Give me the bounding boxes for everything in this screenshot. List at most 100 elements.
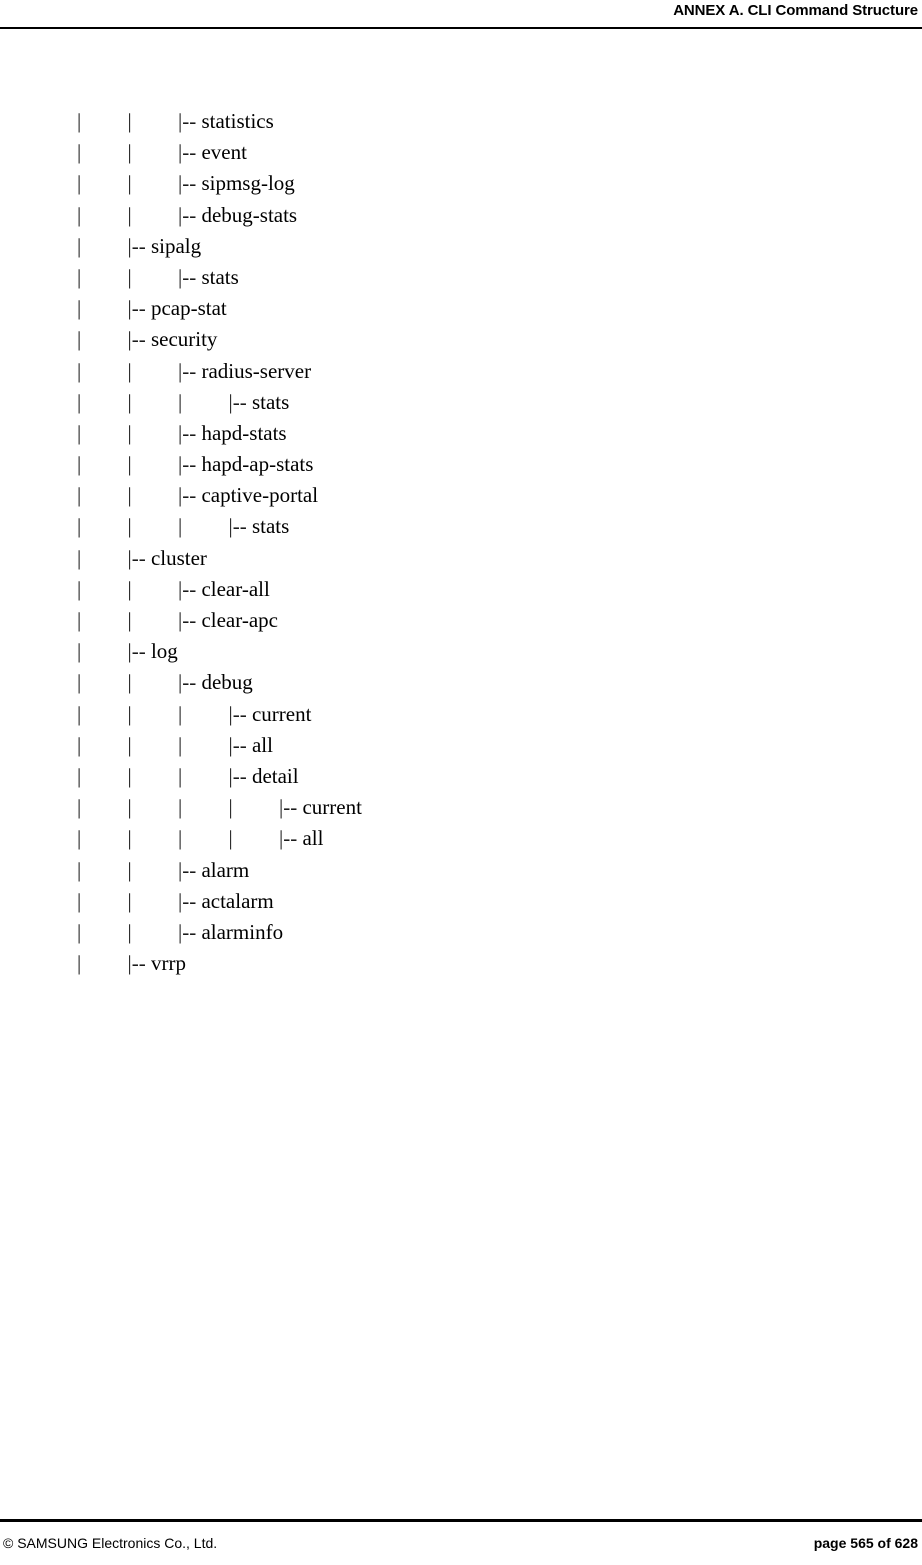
tree-guide-pipe: | xyxy=(77,857,82,882)
page-header: ANNEX A. CLI Command Structure xyxy=(0,0,922,29)
tree-guide-pipe: | xyxy=(77,670,82,695)
tree-row: | |-- cluster xyxy=(0,543,922,574)
tree-row: | | |-- radius-server xyxy=(0,356,922,387)
tree-node-label: detail xyxy=(251,763,299,788)
tree-guide-pipe: | xyxy=(77,732,82,757)
tree-branch-connector: |-- xyxy=(178,608,202,632)
page-footer: © SAMSUNG Electronics Co., Ltd. page 565… xyxy=(0,1519,922,1565)
tree-guide-pipe: | xyxy=(77,389,82,414)
tree-row: | | | |-- current xyxy=(0,699,922,730)
tree-guide-pipe: | xyxy=(77,327,82,352)
tree-node: |-- stats xyxy=(229,387,290,418)
tree-node: |-- pcap-stat xyxy=(128,293,227,324)
tree-node-label: captive-portal xyxy=(201,483,319,508)
tree-node: |-- clear-all xyxy=(178,574,270,605)
tree-node-label: alarminfo xyxy=(201,919,284,944)
tree-branch-connector: |-- xyxy=(178,483,202,508)
tree-guide-pipe: | xyxy=(127,701,132,726)
tree-branch-connector: |-- xyxy=(228,389,252,414)
tree-branch-connector: |-- xyxy=(127,951,151,976)
tree-node-label: sipalg xyxy=(150,233,202,258)
tree-node-label: stats xyxy=(251,389,290,414)
tree-guide-pipe: | xyxy=(77,514,82,539)
tree-row: | | |-- stats xyxy=(0,262,922,293)
tree-node: |-- log xyxy=(128,636,178,667)
tree-guide-pipe: | xyxy=(228,826,233,851)
tree-guide-pipe: | xyxy=(127,919,132,944)
tree-row: | | |-- hapd-stats xyxy=(0,418,922,449)
tree-guide-pipe: | xyxy=(77,888,82,913)
tree-row: | | |-- statistics xyxy=(0,106,922,137)
tree-branch-connector: |-- xyxy=(178,857,202,882)
tree-guide-pipe: | xyxy=(127,826,132,851)
tree-row: | | |-- alarm xyxy=(0,855,922,886)
tree-row: | | |-- captive-portal xyxy=(0,480,922,511)
tree-node-label: actalarm xyxy=(201,888,274,913)
tree-guide-pipe: | xyxy=(127,857,132,882)
tree-branch-connector: |-- xyxy=(178,171,202,196)
tree-row: | | | |-- detail xyxy=(0,761,922,792)
tree-node: |-- vrrp xyxy=(128,948,186,979)
tree-guide-pipe: | xyxy=(127,420,132,445)
tree-guide-pipe: | xyxy=(127,452,132,477)
tree-row: | | | |-- stats xyxy=(0,511,922,542)
tree-node: |-- stats xyxy=(178,262,239,293)
tree-node: |-- all xyxy=(279,823,323,854)
tree-branch-connector: |-- xyxy=(228,763,252,788)
tree-node: |-- hapd-ap-stats xyxy=(178,449,313,480)
tree-guide-pipe: | xyxy=(127,264,132,289)
tree-node: |-- radius-server xyxy=(178,356,311,387)
tree-guide-pipe: | xyxy=(77,233,82,258)
tree-branch-connector: |-- xyxy=(178,452,202,477)
tree-row: | | |-- debug-stats xyxy=(0,200,922,231)
tree-node-label: clear-all xyxy=(201,576,270,601)
tree-branch-connector: |-- xyxy=(127,327,151,352)
tree-node: |-- security xyxy=(128,324,218,355)
tree-row: | | |-- clear-apc xyxy=(0,605,922,636)
tree-node-label: event xyxy=(201,140,247,165)
tree-node: |-- alarm xyxy=(178,855,249,886)
tree-row: | | |-- debug xyxy=(0,667,922,698)
tree-guide-pipe: | xyxy=(77,701,82,726)
tree-node: |-- actalarm xyxy=(178,886,274,917)
tree-guide-pipe: | xyxy=(127,795,132,820)
tree-node-label: hapd-stats xyxy=(201,420,287,445)
tree-guide-pipe: | xyxy=(178,389,183,414)
page-header-title: ANNEX A. CLI Command Structure xyxy=(673,2,918,19)
tree-branch-connector: |-- xyxy=(178,670,202,695)
tree-guide-pipe: | xyxy=(77,576,82,601)
tree-guide-pipe: | xyxy=(178,701,183,726)
tree-guide-pipe: | xyxy=(127,514,132,539)
tree-node: |-- current xyxy=(279,792,362,823)
tree-branch-connector: |-- xyxy=(178,919,202,944)
tree-node: |-- current xyxy=(229,699,312,730)
tree-node: |-- debug xyxy=(178,667,253,698)
tree-branch-connector: |-- xyxy=(178,140,202,165)
tree-guide-pipe: | xyxy=(127,888,132,913)
tree-node: |-- detail xyxy=(229,761,299,792)
tree-node: |-- captive-portal xyxy=(178,480,318,511)
tree-node-label: all xyxy=(302,826,324,851)
tree-node-label: debug xyxy=(201,670,253,695)
tree-guide-pipe: | xyxy=(127,483,132,508)
tree-node-label: debug-stats xyxy=(201,202,298,227)
tree-row: | |-- log xyxy=(0,636,922,667)
tree-branch-connector: |-- xyxy=(178,420,202,445)
tree-branch-connector: |-- xyxy=(228,514,252,539)
tree-node: |-- clear-apc xyxy=(178,605,278,636)
tree-node-label: alarm xyxy=(201,857,250,882)
tree-branch-connector: |-- xyxy=(127,233,151,258)
tree-guide-pipe: | xyxy=(77,763,82,788)
tree-node: |-- stats xyxy=(229,511,290,542)
tree-node: |-- event xyxy=(178,137,247,168)
tree-node-label: radius-server xyxy=(201,358,312,383)
tree-node-label: sipmsg-log xyxy=(201,171,295,196)
tree-branch-connector: |-- xyxy=(178,264,202,289)
tree-guide-pipe: | xyxy=(127,732,132,757)
cli-command-tree: | | |-- statistics | | |-- event | | |-- sipmsg-… xyxy=(0,106,922,979)
copyright-notice: © SAMSUNG Electronics Co., Ltd. xyxy=(3,1535,218,1551)
tree-node-label: all xyxy=(251,732,273,757)
tree-node-label: security xyxy=(150,327,218,352)
tree-branch-connector: |-- xyxy=(178,358,202,383)
tree-guide-pipe: | xyxy=(127,140,132,165)
